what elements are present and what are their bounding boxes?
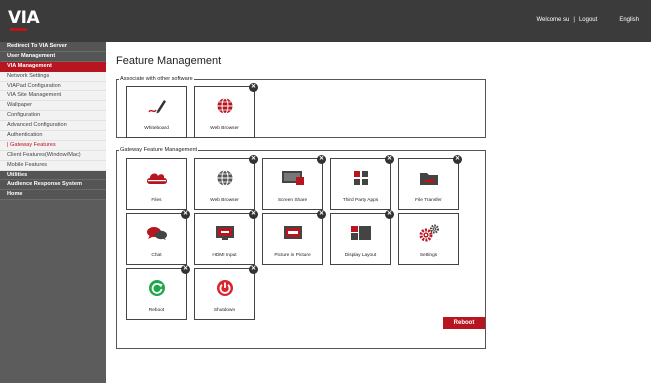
sidebar-item-wallpaper[interactable]: Wallpaper [0,101,106,112]
sidebar-item-advanced-configuration[interactable]: Advanced Configuration [0,121,106,132]
tile-label: Files [151,198,162,203]
sidebar-item-via-site-management[interactable]: VIA Site Management [0,91,106,102]
tile-label: File Transfer [415,198,442,203]
sidebar-item-home[interactable]: Home [0,190,106,201]
nav-separator: | [573,17,575,23]
sidebar-item-audience-response-system[interactable]: Audience Response System [0,180,106,191]
tile-label: Third Party Apps [342,198,379,203]
tile-label: Settings [419,253,438,258]
folder-transfer-icon [399,168,458,188]
gateway-group-legend: Gateway Feature Management [120,147,198,153]
tile-label: Chat [151,253,162,258]
sidebar-item-client-features[interactable]: Client Features(Window/Mac) [0,150,106,161]
logo-underline [10,28,27,31]
language-selector[interactable]: English [619,17,639,23]
tile-picture-in-picture[interactable]: ✕ Picture in Picture [262,210,326,265]
refresh-icon [127,278,186,298]
pip-icon [263,223,322,243]
close-icon[interactable]: ✕ [317,155,326,164]
via-logo[interactable]: VIA [8,10,48,36]
cloud-icon [127,168,186,188]
globe-icon [195,96,254,116]
tile-label: Picture in Picture [274,253,311,258]
tile-third-party-apps[interactable]: ✕ Third Party Apps [330,155,394,210]
top-bar: VIA Welcome su | Logout English [0,0,651,42]
tile-screen-share[interactable]: ✕ Screen Share [262,155,326,210]
close-icon[interactable]: ✕ [317,210,326,219]
pen-icon [127,96,186,116]
close-icon[interactable]: ✕ [249,210,258,219]
reboot-button[interactable]: Reboot [443,317,485,329]
layout-icon [331,223,390,243]
sidebar-item-user-management[interactable]: User Management [0,51,106,62]
sidebar-item-authentication[interactable]: Authentication [0,131,106,141]
main-content: Feature Management Associate with other … [106,42,651,383]
associate-group-legend: Associate with other software [120,76,193,82]
tile-web-browser[interactable]: ✕ Web Browser [194,155,258,210]
close-icon[interactable]: ✕ [181,210,190,219]
tile-label: Shutdown [213,308,236,313]
screen-share-icon [263,168,322,188]
tile-whiteboard[interactable]: Whiteboard [126,86,187,138]
gateway-feature-group: Gateway Feature Management Files ✕ Web B… [116,147,486,349]
sidebar-item-gateway-features[interactable]: | Gateway Features [0,140,106,151]
tile-hdmi-input[interactable]: ✕ HDMI Input [194,210,258,265]
tile-shutdown[interactable]: ✕ Shutdown [194,265,258,320]
associate-software-group: Associate with other software Whiteboard… [116,76,486,138]
page-title: Feature Management [116,55,222,67]
sidebar-item-mobile-features[interactable]: Mobile Features [0,160,106,171]
close-icon[interactable]: ✕ [249,265,258,274]
power-icon [195,278,254,298]
top-nav: Welcome su | Logout English [536,17,639,23]
logout-link[interactable]: Logout [579,17,597,23]
tile-settings[interactable]: Settings [398,213,459,265]
logo-text: VIA [8,8,40,28]
sidebar-item-utilities[interactable]: Utilities [0,170,106,181]
tile-file-transfer[interactable]: ✕ File Transfer [398,155,462,210]
sidebar-item-redirect-to-via-server[interactable]: Redirect To VIA Server [0,42,106,52]
tile-label: Reboot [148,308,165,313]
sidebar-item-network-settings[interactable]: Network Settings [0,71,106,82]
tile-label: Web Browser [210,198,239,203]
close-icon[interactable]: ✕ [453,155,462,164]
tile-web-browser[interactable]: ✕ Web Browser [194,83,258,138]
chat-bubbles-icon [127,223,186,243]
tile-label: HDMI Input [212,253,237,258]
tile-chat[interactable]: ✕ Chat [126,210,190,265]
sidebar: Redirect To VIA Server User Management V… [0,42,106,383]
apps-grid-icon [331,168,390,188]
tile-label: Screen Share [277,198,308,203]
close-icon[interactable]: ✕ [249,83,258,92]
tile-label: Whiteboard [144,126,169,131]
tile-label: Display Layout [344,253,377,258]
close-icon[interactable]: ✕ [385,210,394,219]
gears-icon [399,223,458,243]
tile-display-layout[interactable]: ✕ Display Layout [330,210,394,265]
hdmi-monitor-icon [195,223,254,243]
sidebar-item-configuration[interactable]: Configuration [0,111,106,122]
tile-label: Web Browser [210,126,239,131]
globe-icon [195,168,254,188]
sidebar-item-via-management[interactable]: VIA Management [0,61,106,72]
welcome-text: Welcome su [536,17,570,23]
sidebar-item-viapad-configuration[interactable]: VIAPad Configuration [0,81,106,92]
close-icon[interactable]: ✕ [181,265,190,274]
tile-reboot[interactable]: ✕ Reboot [126,265,190,320]
close-icon[interactable]: ✕ [385,155,394,164]
tile-files[interactable]: Files [126,158,187,210]
close-icon[interactable]: ✕ [249,155,258,164]
